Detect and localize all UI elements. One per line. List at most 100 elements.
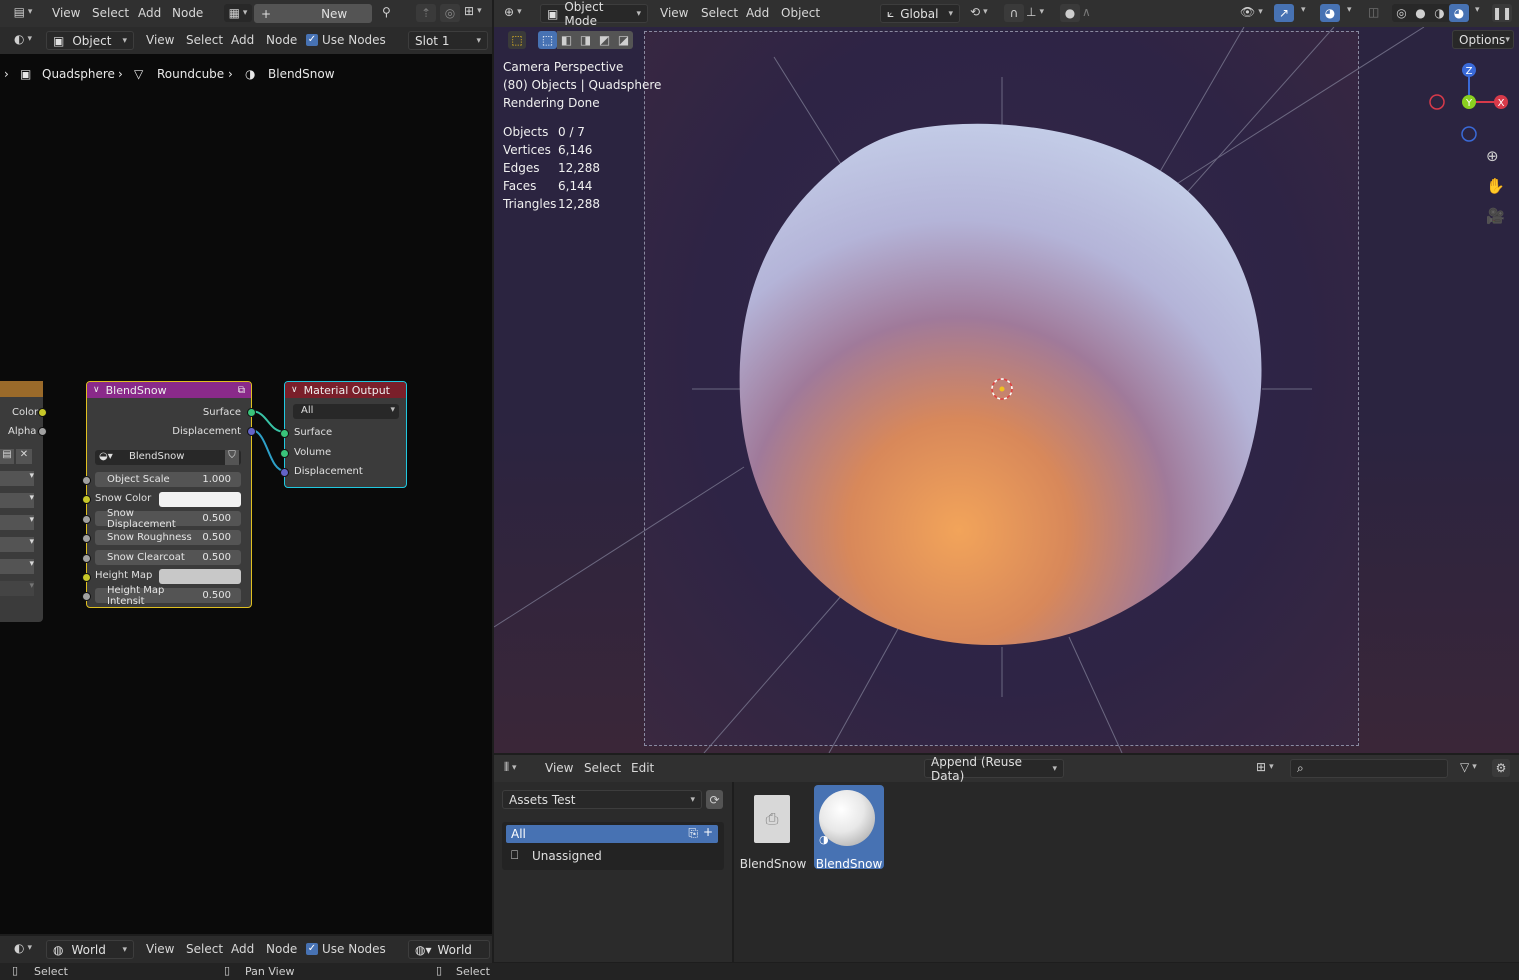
input-snow-roughness-socket[interactable] <box>82 534 91 543</box>
snap-target-icon[interactable]: ⊞ ▾ <box>464 4 482 18</box>
asset-search-input[interactable]: ⌕ <box>1290 759 1448 778</box>
partial-field[interactable]: ▾ <box>0 471 34 486</box>
output-target-dropdown[interactable]: All ▾ <box>293 404 399 419</box>
pan-hand-icon[interactable]: ✋ <box>1486 177 1505 195</box>
refresh-icon[interactable]: ⟳ <box>706 790 723 809</box>
input-surface-socket[interactable] <box>280 429 289 438</box>
wireframe-shading-icon[interactable]: ◎ <box>1392 4 1411 22</box>
zoom-icon[interactable]: ⊕ <box>1486 147 1499 165</box>
camera-view-icon[interactable]: 🎥 <box>1486 207 1505 225</box>
input-volume-socket[interactable] <box>280 449 289 458</box>
image-browse-icon[interactable]: ▤ <box>0 449 14 464</box>
material-output-header[interactable]: ∨ Material Output <box>285 382 406 398</box>
xray-icon[interactable]: ◫ <box>1368 5 1379 19</box>
collapse-icon[interactable]: ∨ <box>93 385 100 395</box>
proportional-edit-icon[interactable]: ● <box>1060 4 1080 22</box>
solid-shading-icon[interactable]: ● <box>1411 4 1430 22</box>
vp-menu-add[interactable]: Add <box>746 6 769 20</box>
snow-color-swatch[interactable] <box>159 492 241 507</box>
input-snow-color-socket[interactable] <box>82 495 91 504</box>
rendered-shading-icon[interactable]: ◕ <box>1449 4 1469 22</box>
vp-menu-view[interactable]: View <box>660 6 688 20</box>
catalog-item-unassigned[interactable]: ⎕ Unassigned <box>506 847 718 865</box>
partial-field[interactable]: ▾ <box>0 559 34 574</box>
output-color-socket[interactable] <box>38 408 47 417</box>
input-snow-clearcoat-socket[interactable] <box>82 554 91 563</box>
falloff-icon[interactable]: ∧ <box>1082 5 1091 19</box>
snow-displacement-field[interactable]: Snow Displacement 0.500 <box>95 508 241 530</box>
snow-clearcoat-field[interactable]: Snow Clearcoat 0.500 <box>95 550 241 565</box>
visibility-eye-icon[interactable]: 👁 ▾ <box>1240 5 1263 19</box>
parent-node-tree-icon[interactable]: ⇡ <box>416 4 436 22</box>
partial-field[interactable]: ▾ <box>0 493 34 508</box>
partial-field[interactable]: ▾ <box>0 537 34 552</box>
pause-render-icon[interactable]: ❚❚ <box>1492 4 1512 22</box>
new-catalog-icon[interactable]: ⎘ <box>688 826 698 841</box>
snow-roughness-field[interactable]: Snow Roughness 0.500 <box>95 530 241 545</box>
menu-view[interactable]: View <box>52 6 80 20</box>
blendsnow-node-header[interactable]: ∨ BlendSnow ⧉ <box>87 382 251 398</box>
material-shading-icon[interactable]: ◑ <box>1430 4 1449 22</box>
world-menu-select[interactable]: Select <box>186 942 223 956</box>
menu-add[interactable]: Add <box>138 6 161 20</box>
output-displacement-socket[interactable] <box>247 427 256 436</box>
world-menu-add[interactable]: Add <box>231 942 254 956</box>
world-dropdown[interactable]: ◍ World ▾ <box>46 940 134 959</box>
pivot-icon[interactable]: ⟲ ▾ <box>970 5 988 19</box>
node-tree-icon[interactable]: ◒▾ <box>99 451 113 462</box>
snap-icon[interactable]: ◎ <box>440 4 460 22</box>
vp-menu-select[interactable]: Select <box>701 6 738 20</box>
editor-type-icon[interactable]: ▤ ▾ <box>8 5 38 19</box>
shader-type-icon[interactable]: ◐ ▾ <box>8 941 38 955</box>
group-datablock[interactable]: ◒▾ BlendSnow ⛉ <box>95 450 241 465</box>
world-browse-icon[interactable]: ◍▾ <box>415 943 432 957</box>
asset-tile[interactable]: ⎙ BlendSnow <box>738 785 808 871</box>
overlays-dropdown-icon[interactable]: ▾ <box>1344 5 1352 15</box>
browse-material-icon[interactable]: ▦ ▾ <box>224 4 252 22</box>
menu-node[interactable]: Node <box>172 6 203 20</box>
gizmo-dropdown-icon[interactable]: ▾ <box>1298 5 1306 15</box>
ab-menu-view[interactable]: View <box>545 761 573 775</box>
vp-menu-object[interactable]: Object <box>781 6 820 20</box>
asset-tile-selected[interactable]: ◑ BlendSnow <box>814 785 884 871</box>
shading-dropdown-icon[interactable]: ▾ <box>1472 5 1480 15</box>
blendsnow-node[interactable]: ∨ BlendSnow ⧉ Surface Displacement ◒▾ Bl… <box>82 381 256 608</box>
object-dropdown[interactable]: ▣ Object ▾ <box>46 31 134 50</box>
world-use-nodes-checkbox[interactable]: ✓ <box>306 943 318 955</box>
snap-icon[interactable]: ∩ <box>1004 4 1024 22</box>
editor-type-icon[interactable]: ⊕ ▾ <box>504 5 522 19</box>
transform-orientation-dropdown[interactable]: ⟀ Global ▾ <box>880 4 960 23</box>
height-map-swatch[interactable] <box>159 569 241 584</box>
mode-dropdown[interactable]: ▣ Object Mode ▾ <box>540 0 648 28</box>
close-icon[interactable]: ✕ <box>16 449 32 464</box>
ab-menu-select[interactable]: Select <box>584 761 621 775</box>
input-snow-displacement-socket[interactable] <box>82 515 91 524</box>
editor-type-icon[interactable]: ⫴ ▾ <box>504 760 517 775</box>
image-texture-node[interactable]: Color Alpha ▤ ✕ ▾ ▾ ▾ ▾ ▾ ▾ <box>0 381 47 622</box>
menu2-view[interactable]: View <box>146 33 174 47</box>
catalog-item-all[interactable]: All ⎘ + <box>506 825 718 843</box>
navigation-gizmo[interactable]: Z X Y <box>1424 59 1514 149</box>
viewport-canvas[interactable]: ⬚ ⬚ ◧ ◨ ◩ ◪ Options▾ ‹› <box>494 27 1519 753</box>
pin-icon[interactable]: ⚲ <box>382 5 391 19</box>
node-canvas[interactable]: › ▣ Quadsphere › ▽ Roundcube › ◑ BlendSn… <box>0 54 492 934</box>
gizmo-toggle-icon[interactable]: ↗ <box>1274 4 1294 22</box>
import-mode-dropdown[interactable]: Append (Reuse Data) ▾ <box>924 755 1064 783</box>
new-material-button[interactable]: + New <box>254 4 372 23</box>
partial-field[interactable]: ▾ <box>0 581 34 596</box>
input-displacement-socket[interactable] <box>280 468 289 477</box>
output-alpha-socket[interactable] <box>38 427 47 436</box>
add-catalog-icon[interactable]: + <box>703 825 713 839</box>
fake-user-shield-icon[interactable]: ⛉ <box>225 450 239 465</box>
world-datablock[interactable]: ◍▾ World <box>408 940 490 959</box>
menu2-node[interactable]: Node <box>266 33 297 47</box>
settings-gear-icon[interactable]: ⚙ <box>1492 759 1510 777</box>
snap-increment-icon[interactable]: ⊥ ▾ <box>1026 5 1044 19</box>
menu-select[interactable]: Select <box>92 6 129 20</box>
output-surface-socket[interactable] <box>247 408 256 417</box>
overlays-toggle-icon[interactable]: ◕ <box>1320 4 1340 22</box>
material-output-node[interactable]: ∨ Material Output All ▾ Surface Volume D… <box>280 381 407 488</box>
shader-type-icon[interactable]: ◐ ▾ <box>8 32 38 46</box>
display-mode-icon[interactable]: ⊞ ▾ <box>1256 760 1274 774</box>
input-object-scale-socket[interactable] <box>82 476 91 485</box>
